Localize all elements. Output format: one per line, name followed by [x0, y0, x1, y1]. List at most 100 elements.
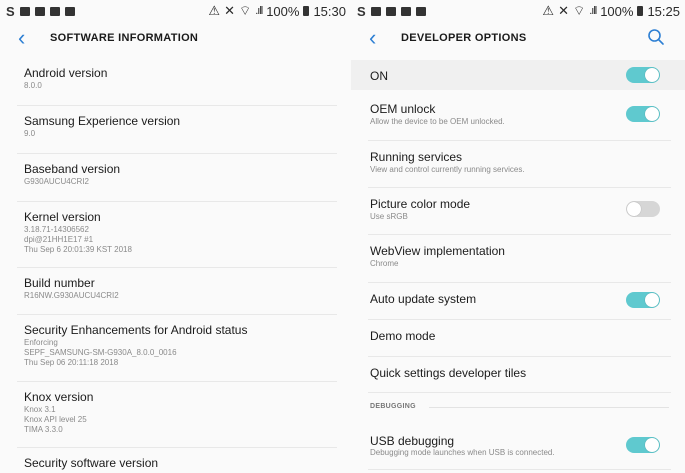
- signal-icon: .ıll: [589, 5, 597, 17]
- developer-option-toggle[interactable]: [626, 106, 660, 122]
- info-item-value: 8.0.0: [24, 81, 42, 90]
- divider: [368, 356, 671, 357]
- divider: [17, 105, 337, 106]
- developer-option-title: Demo mode: [370, 329, 436, 343]
- alarm-icon: ⚠: [208, 3, 221, 18]
- battery-percent: 100%: [600, 3, 634, 19]
- divider: [17, 381, 337, 382]
- system-icons: ⚠ ✕ ⌔ .ıll 100% 15:30: [208, 3, 346, 19]
- usb-debugging-row[interactable]: USB debugging Debugging mode launches wh…: [351, 430, 685, 462]
- developer-option-row[interactable]: Picture color mode Use sRGB: [351, 197, 685, 229]
- info-item-value: SEPF_SAMSUNG-SM-G930A_8.0.0_0016: [24, 348, 177, 357]
- usb-debugging-title: USB debugging: [370, 434, 455, 448]
- info-item-title: Knox version: [24, 390, 94, 404]
- usb-debugging-toggle[interactable]: [626, 437, 660, 453]
- system-icons: ⚠ ✕ ⌔ .ıll 100% 15:25: [542, 3, 680, 19]
- master-switch-label: ON: [370, 69, 388, 83]
- info-item[interactable]: Knox version Knox 3.1 Knox API level 25 TIM…: [0, 390, 351, 435]
- notification-icons: S: [6, 4, 75, 19]
- wifi-icon: ⌔: [238, 3, 252, 18]
- info-item[interactable]: Baseband version G930AUCU4CRI2: [0, 162, 351, 187]
- info-item-value: Knox API level 25: [24, 415, 87, 424]
- clock: 15:30: [313, 3, 346, 19]
- developer-option-toggle[interactable]: [626, 201, 660, 217]
- developer-option-toggle[interactable]: [626, 292, 660, 308]
- info-item-title: Security Enhancements for Android status: [24, 323, 248, 337]
- info-item[interactable]: Security Enhancements for Android status…: [0, 323, 351, 368]
- info-item-value: 3.18.71-14306562: [24, 225, 89, 234]
- divider: [368, 282, 671, 283]
- info-item-title: Kernel version: [24, 210, 101, 224]
- mute-icon: ✕: [224, 3, 235, 18]
- divider: [17, 201, 337, 202]
- info-item-title: Samsung Experience version: [24, 114, 181, 128]
- clock: 15:25: [647, 3, 680, 19]
- section-divider: [429, 407, 669, 408]
- info-item-title: Android version: [24, 66, 108, 80]
- store-icon: [415, 6, 426, 16]
- master-toggle[interactable]: [626, 67, 660, 83]
- usb-debugging-summary: Debugging mode launches when USB is conn…: [370, 448, 555, 457]
- divider: [17, 447, 337, 448]
- page-title: DEVELOPER OPTIONS: [401, 32, 527, 44]
- developer-option-row[interactable]: WebView implementation Chrome: [351, 244, 685, 276]
- info-item-value: G930AUCU4CRI2: [24, 177, 89, 186]
- info-item-title: Baseband version: [24, 162, 121, 176]
- info-item-value: R16NW.G930AUCU4CRI2: [24, 291, 119, 300]
- divider: [368, 140, 671, 141]
- info-item-value: TIMA 3.3.0: [24, 425, 63, 434]
- developer-option-summary: Chrome: [370, 259, 399, 268]
- info-item-value: Enforcing: [24, 338, 58, 347]
- app-bar: ‹ DEVELOPER OPTIONS: [351, 22, 685, 54]
- carrier-logo: S: [6, 3, 15, 19]
- divider: [368, 187, 671, 188]
- info-item[interactable]: Security software version: [0, 456, 351, 471]
- mute-icon: ✕: [558, 3, 569, 18]
- store-icon: [64, 6, 75, 16]
- app-bar: ‹ SOFTWARE INFORMATION: [0, 22, 351, 54]
- developer-option-row[interactable]: OEM unlock Allow the device to be OEM unl…: [351, 102, 685, 134]
- info-item-value: Thu Sep 06 20:11:18 2018: [24, 358, 119, 367]
- screenshot-pair: S ⚠ ✕ ⌔ .ıll 100% 15:30 ‹ SOFTWARE INFOR…: [0, 0, 685, 473]
- divider: [17, 314, 337, 315]
- developer-options-screen: S ⚠ ✕ ⌔ .ıll 100% 15:25 ‹ DEVELOPER OPTI…: [351, 0, 685, 473]
- developer-option-row[interactable]: Running services View and control current…: [351, 150, 685, 182]
- info-item[interactable]: Android version 8.0.0: [0, 66, 351, 91]
- gallery-icon: [19, 6, 30, 16]
- info-item-title: Security software version: [24, 456, 159, 470]
- info-item-value: Thu Sep 6 20:01:39 KST 2018: [24, 245, 132, 254]
- divider: [368, 234, 671, 235]
- flipboard-icon: [400, 6, 411, 16]
- info-item[interactable]: Samsung Experience version 9.0: [0, 114, 351, 139]
- search-icon[interactable]: [647, 28, 665, 46]
- developer-option-title: Quick settings developer tiles: [370, 366, 527, 380]
- developer-option-title: WebView implementation: [370, 244, 505, 258]
- info-item-value: 9.0: [24, 129, 36, 138]
- battery-percent: 100%: [266, 3, 300, 19]
- signal-icon: .ıll: [255, 5, 263, 17]
- back-arrow-icon[interactable]: ‹: [369, 27, 401, 49]
- divider: [17, 153, 337, 154]
- news-icon: [34, 6, 45, 16]
- info-item[interactable]: Kernel version 3.18.71-14306562 dpi@21HH1E…: [0, 210, 351, 255]
- divider: [368, 469, 671, 470]
- page-title: SOFTWARE INFORMATION: [50, 32, 199, 44]
- divider: [368, 392, 671, 393]
- back-arrow-icon[interactable]: ‹: [18, 27, 50, 49]
- notification-icons: S: [357, 4, 426, 19]
- carrier-logo: S: [357, 3, 366, 19]
- developer-option-title: Running services: [370, 150, 463, 164]
- flipboard-icon: [49, 6, 60, 16]
- battery-icon: [303, 6, 310, 16]
- info-item[interactable]: Build number R16NW.G930AUCU4CRI2: [0, 276, 351, 301]
- developer-option-row[interactable]: Quick settings developer tiles: [351, 366, 685, 398]
- divider: [17, 267, 337, 268]
- news-icon: [385, 6, 396, 16]
- wifi-icon: ⌔: [572, 3, 586, 18]
- info-item-value: Knox 3.1: [24, 405, 56, 414]
- software-information-screen: S ⚠ ✕ ⌔ .ıll 100% 15:30 ‹ SOFTWARE INFOR…: [0, 0, 351, 473]
- master-switch-row[interactable]: ON: [351, 60, 685, 90]
- status-bar: S ⚠ ✕ ⌔ .ıll 100% 15:30: [0, 0, 351, 22]
- alarm-icon: ⚠: [542, 3, 555, 18]
- status-bar: S ⚠ ✕ ⌔ .ıll 100% 15:25: [351, 0, 685, 22]
